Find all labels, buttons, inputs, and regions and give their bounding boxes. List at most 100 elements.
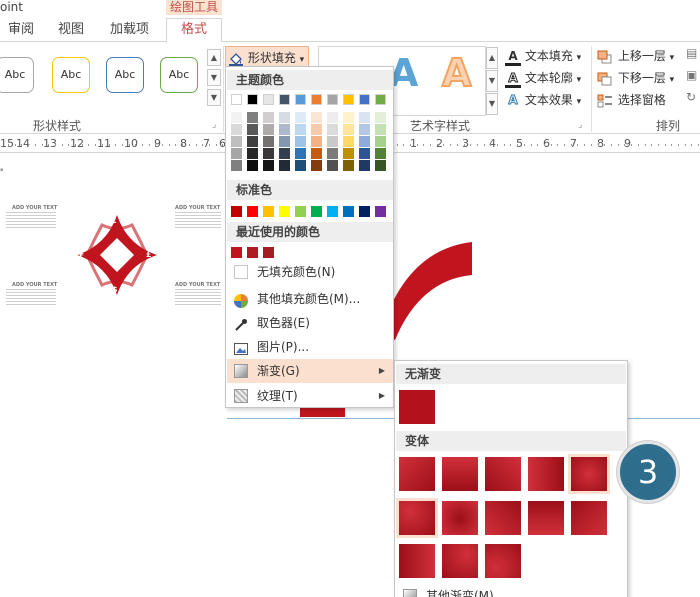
theme-color-swatch[interactable] [231,148,242,159]
theme-color-swatch[interactable] [295,160,306,171]
theme-color-swatch[interactable] [343,160,354,171]
no-gradient-swatch[interactable] [399,390,435,424]
align-icon[interactable]: ▤ [686,46,697,60]
more-gradients-item[interactable]: 其他渐变(M)... [396,584,626,597]
theme-color-swatch[interactable] [327,112,338,123]
gradient-variant[interactable] [485,501,521,535]
dialog-launcher-icon[interactable]: ⌟ [578,120,582,130]
theme-color-swatch[interactable] [359,148,370,159]
menu-texture[interactable]: 纹理(T) ▶ [227,384,393,408]
theme-color-swatch[interactable] [247,136,258,147]
theme-color-swatch[interactable] [375,124,386,135]
gradient-variant[interactable] [568,454,610,494]
theme-color-swatch[interactable] [231,136,242,147]
theme-color-swatch[interactable] [247,160,258,171]
gradient-variant[interactable] [396,498,438,538]
theme-color-swatch[interactable] [327,136,338,147]
standard-color-swatch[interactable] [295,206,306,217]
shape-fill-button[interactable]: 形状填充 ▾ [225,46,310,68]
theme-color-swatch[interactable] [327,124,338,135]
recent-color-swatch[interactable] [231,247,242,258]
theme-color-swatch[interactable] [295,136,306,147]
standard-color-swatch[interactable] [343,206,354,217]
text-effects-button[interactable]: A 文本效果 ▾ [505,90,581,110]
menu-eyedropper[interactable]: 取色器(E) [227,311,393,335]
theme-color-swatch[interactable] [343,112,354,123]
wordart-style-item[interactable]: A [441,50,472,96]
recent-color-swatch[interactable] [263,247,274,258]
shape-style-gallery-item[interactable]: Abc [52,57,90,93]
theme-color-swatch[interactable] [279,136,290,147]
group-icon[interactable]: ▣ [686,68,697,82]
theme-color-swatch[interactable] [279,112,290,123]
bring-forward-button[interactable]: 上移一层 ▾ [597,46,674,66]
theme-color-swatch[interactable] [263,160,274,171]
dialog-launcher-icon[interactable]: ⌟ [212,120,216,130]
gradient-variant[interactable] [399,544,435,578]
theme-color-swatch[interactable] [359,124,370,135]
theme-color-swatch[interactable] [343,94,354,105]
slide-text-bottom-left[interactable]: ADD YOUR TEXT [12,282,57,288]
gradient-variant[interactable] [442,501,478,535]
gradient-variant[interactable] [485,544,521,578]
gradient-variant[interactable] [528,457,564,491]
send-backward-button[interactable]: 下移一层 ▾ [597,68,674,88]
theme-color-swatch[interactable] [375,94,386,105]
gradient-variant[interactable] [571,501,607,535]
gradient-variant[interactable] [399,457,435,491]
theme-color-swatch[interactable] [247,94,258,105]
theme-color-swatch[interactable] [311,94,322,105]
theme-color-swatch[interactable] [231,124,242,135]
theme-color-swatch[interactable] [295,112,306,123]
theme-color-swatch[interactable] [247,112,258,123]
standard-color-swatch[interactable] [231,206,242,217]
theme-color-swatch[interactable] [311,136,322,147]
tab-view[interactable]: 视图 [52,20,90,42]
theme-color-swatch[interactable] [359,136,370,147]
theme-color-swatch[interactable] [247,148,258,159]
menu-more-colors[interactable]: 其他填充颜色(M)... [227,287,393,311]
theme-color-swatch[interactable] [279,160,290,171]
slide-text-top-left[interactable]: ADD YOUR TEXT [12,205,57,211]
theme-color-swatch[interactable] [375,136,386,147]
theme-color-swatch[interactable] [295,124,306,135]
theme-color-swatch[interactable] [327,94,338,105]
tab-addins[interactable]: 加载项 [104,20,155,42]
theme-color-swatch[interactable] [263,94,274,105]
gradient-variant[interactable] [485,457,521,491]
shape-style-gallery-item[interactable]: Abc [160,57,198,93]
standard-color-swatch[interactable] [311,206,322,217]
theme-color-swatch[interactable] [295,94,306,105]
recent-color-swatch[interactable] [247,247,258,258]
tab-review[interactable]: 审阅 [2,20,40,42]
theme-color-swatch[interactable] [311,148,322,159]
theme-color-swatch[interactable] [247,124,258,135]
gradient-variant[interactable] [442,544,478,578]
theme-color-swatch[interactable] [231,94,242,105]
gradient-variant[interactable] [442,457,478,491]
theme-color-swatch[interactable] [359,94,370,105]
theme-color-swatch[interactable] [263,136,274,147]
wordart-scroll-down[interactable]: ▼ [486,70,498,92]
theme-color-swatch[interactable] [327,160,338,171]
rotate-icon[interactable]: ↻ [686,90,696,104]
wordart-more[interactable]: ▼ [486,93,498,115]
theme-color-swatch[interactable] [359,160,370,171]
theme-color-swatch[interactable] [295,148,306,159]
theme-color-swatch[interactable] [375,148,386,159]
selected-arc-shape[interactable] [380,240,475,350]
theme-color-swatch[interactable] [263,148,274,159]
menu-gradient[interactable]: 渐变(G) ▶ [227,359,393,383]
theme-color-swatch[interactable] [263,124,274,135]
text-fill-button[interactable]: A 文本填充 ▾ [505,46,581,66]
theme-color-swatch[interactable] [311,112,322,123]
slide-text-top-right[interactable]: ADD YOUR TEXT [175,205,220,211]
tab-format[interactable]: 格式 [166,18,222,43]
theme-color-swatch[interactable] [231,160,242,171]
gallery-scroll-down[interactable]: ▼ [207,69,221,86]
theme-color-swatch[interactable] [343,124,354,135]
standard-color-swatch[interactable] [359,206,370,217]
theme-color-swatch[interactable] [359,112,370,123]
standard-color-swatch[interactable] [327,206,338,217]
theme-color-swatch[interactable] [231,112,242,123]
